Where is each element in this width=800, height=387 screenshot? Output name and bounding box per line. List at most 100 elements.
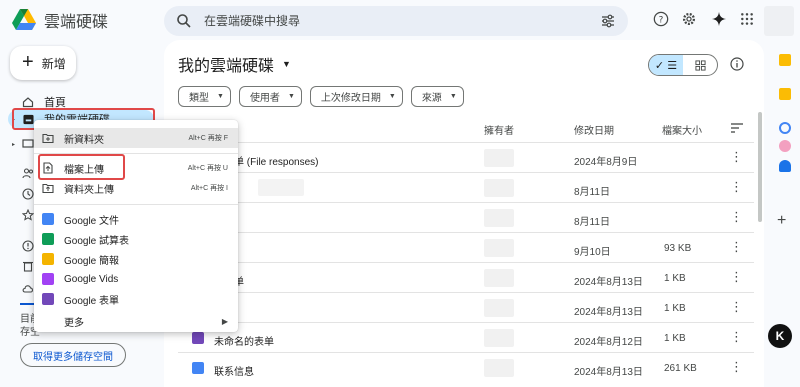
more-vert-icon[interactable]: ⋮ — [730, 329, 743, 345]
filter-people-chip[interactable]: 使用者 ▼ — [238, 86, 302, 107]
table-row[interactable]: 8月11日 ⋮ — [178, 202, 754, 232]
new-context-menu: 新資料夾 Alt+C 再按 F 檔案上傳 Alt+C 再按 U 資料夾上傳 Al… — [34, 120, 238, 332]
docs-file-icon — [192, 362, 204, 374]
file-name: 联系信息 — [214, 367, 254, 378]
menu-item-folder-upload[interactable]: 資料夾上傳 Alt+C 再按 I — [34, 178, 238, 198]
more-vert-icon[interactable]: ⋮ — [730, 179, 743, 195]
menu-item-google-docs[interactable]: Google 文件 — [34, 209, 238, 229]
calendar-icon[interactable] — [779, 54, 791, 66]
recent-clock-icon[interactable] — [22, 188, 34, 200]
shared-with-me-icon[interactable] — [22, 167, 34, 179]
account-avatar[interactable] — [764, 6, 794, 36]
table-row[interactable]: 未命名的表单 2024年8月12日 1 KB ⋮ — [178, 322, 754, 352]
shortcut-hint: Alt+C 再按 I — [190, 185, 228, 192]
redacted-name — [258, 179, 304, 196]
help-icon[interactable]: ? — [652, 10, 670, 28]
trash-icon[interactable] — [22, 260, 34, 272]
table-row[interactable]: 的表单 (File responses) 2024年8月9日 ⋮ — [178, 142, 754, 172]
starred-icon[interactable] — [22, 209, 34, 221]
file-size: 1 KB — [664, 303, 686, 314]
owner-avatar — [484, 239, 514, 257]
file-date: 8月11日 — [574, 187, 610, 198]
new-button[interactable]: + 新增 — [10, 46, 76, 80]
filter-source-label: 來源 — [421, 93, 442, 104]
more-vert-icon[interactable]: ⋮ — [730, 149, 743, 165]
more-vert-icon[interactable]: ⋮ — [730, 239, 743, 255]
grid-view-button[interactable] — [683, 55, 717, 75]
file-date: 2024年8月9日 — [574, 157, 638, 168]
search-icon[interactable] — [176, 13, 192, 29]
table-row[interactable]: 8月11日 ⋮ — [178, 172, 754, 202]
caret-down-icon: ▼ — [388, 93, 396, 100]
filter-source-chip[interactable]: 來源 ▼ — [410, 86, 464, 107]
menu-item-label: 資料夾上傳 — [64, 184, 114, 196]
menu-item-label: Google 簡報 — [64, 255, 120, 267]
menu-item-label: Google Vids — [64, 273, 119, 285]
more-vert-icon[interactable]: ⋮ — [730, 269, 743, 285]
menu-item-more[interactable]: 更多 ▶ — [34, 311, 238, 331]
search-bar[interactable] — [164, 6, 628, 36]
apps-grid-icon[interactable] — [738, 10, 756, 28]
file-date: 2024年8月12日 — [574, 337, 643, 348]
expand-arrow-icon[interactable]: ▸ — [12, 141, 15, 148]
menu-item-google-slides[interactable]: Google 簡報 — [34, 249, 238, 269]
table-row[interactable]: 9月10日 93 KB ⋮ — [178, 232, 754, 262]
view-toggle[interactable]: ✓ ☰ — [648, 54, 718, 76]
table-row[interactable]: 的表单 2024年8月13日 1 KB ⋮ — [178, 262, 754, 292]
file-date: 8月11日 — [574, 217, 610, 228]
menu-item-google-forms[interactable]: Google 表單 — [34, 289, 238, 309]
filter-people-label: 使用者 — [249, 93, 280, 104]
get-more-storage-button[interactable]: 取得更多儲存空間 — [20, 343, 126, 367]
more-vert-icon[interactable]: ⋮ — [730, 359, 743, 375]
menu-item-google-vids[interactable]: Google Vids — [34, 269, 238, 289]
menu-item-label: 新資料夾 — [64, 134, 104, 146]
page-title[interactable]: 我的雲端硬碟 ▼ — [178, 52, 291, 76]
file-size: 261 KB — [664, 363, 697, 374]
forms-file-icon — [192, 332, 204, 344]
more-vert-icon[interactable]: ⋮ — [730, 209, 743, 225]
file-name: 未命名的表单 — [214, 337, 274, 348]
table-row[interactable]: 2024年8月13日 1 KB ⋮ — [178, 292, 754, 322]
drive-logo[interactable]: 雲端硬碟 — [12, 8, 108, 32]
menu-item-google-sheets[interactable]: Google 試算表 — [34, 229, 238, 249]
menu-item-new-folder[interactable]: 新資料夾 Alt+C 再按 F — [34, 128, 238, 148]
shortcut-hint: Alt+C 再按 F — [188, 135, 228, 142]
filter-type-chip[interactable]: 類型 ▼ — [178, 86, 231, 107]
menu-item-label: Google 文件 — [64, 215, 120, 227]
menu-divider — [34, 204, 238, 205]
keep-icon[interactable] — [779, 88, 791, 100]
k-extension-icon[interactable]: K — [768, 324, 792, 348]
tasks-icon[interactable] — [779, 122, 791, 134]
computers-icon — [22, 138, 34, 150]
list-view-button[interactable]: ✓ ☰ — [649, 55, 683, 75]
search-options-icon[interactable] — [600, 13, 616, 29]
column-size[interactable]: 檔案大小 — [662, 122, 702, 137]
settings-gear-icon[interactable] — [680, 10, 698, 28]
table-row[interactable]: 联系信息 2024年8月13日 261 KB ⋮ — [178, 352, 754, 382]
search-input[interactable] — [204, 14, 600, 28]
main-panel: 我的雲端硬碟 ▼ ✓ ☰ 類型 ▼ 使用者 ▼ 上次修改日期 ▼ 來源 ▼ 擁有者 修改… — [164, 40, 764, 387]
contacts-icon[interactable] — [779, 160, 791, 172]
translate-addon-icon[interactable] — [779, 140, 791, 152]
google-slides-icon — [42, 253, 54, 265]
owner-avatar — [484, 359, 514, 377]
spam-icon[interactable] — [22, 240, 34, 252]
gemini-spark-icon[interactable] — [710, 10, 728, 28]
more-vert-icon[interactable]: ⋮ — [730, 299, 743, 315]
filter-chips: 類型 ▼ 使用者 ▼ 上次修改日期 ▼ 來源 ▼ — [178, 86, 464, 107]
check-icon: ✓ — [654, 59, 665, 72]
scrollbar[interactable] — [758, 112, 762, 222]
filter-modified-chip[interactable]: 上次修改日期 ▼ — [309, 86, 403, 107]
owner-avatar — [484, 209, 514, 227]
caret-down-icon: ▼ — [449, 93, 457, 100]
add-addon-icon[interactable]: + — [777, 212, 786, 230]
google-forms-icon — [42, 293, 54, 305]
column-modified[interactable]: 修改日期 — [574, 122, 614, 137]
chevron-right-icon: ▶ — [221, 316, 228, 326]
column-owner[interactable]: 擁有者 — [484, 122, 514, 137]
info-icon[interactable] — [730, 57, 744, 71]
google-drive-icon — [12, 9, 36, 30]
plus-icon: + — [22, 51, 34, 73]
sort-icon[interactable] — [730, 122, 744, 134]
storage-cloud-icon[interactable] — [22, 282, 34, 294]
